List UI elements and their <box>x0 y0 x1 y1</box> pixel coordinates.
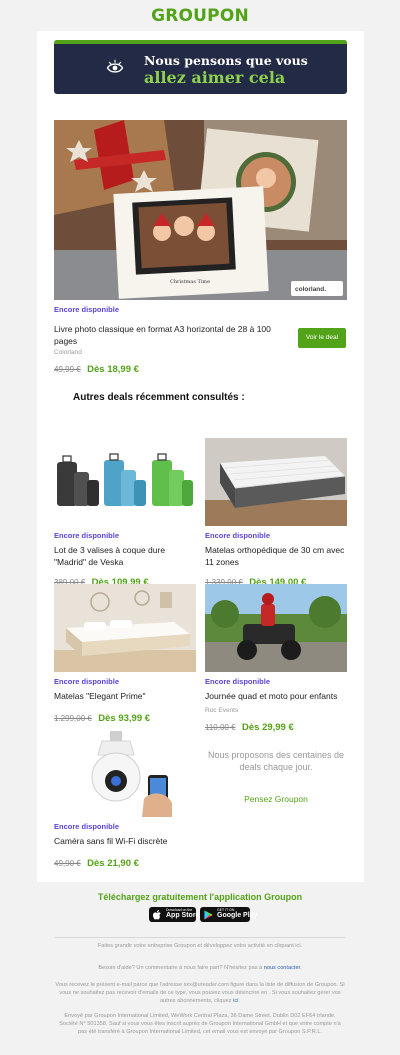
footer-legal: Envoyé par Groupon International Limited… <box>59 1013 341 1035</box>
banner-title-line2: allez aimer cela <box>144 68 286 87</box>
footer-unsubscribe-end: . <box>238 998 240 1004</box>
deal-old-price: 110,00 € <box>205 723 236 732</box>
deal-new-price: Dès 21,90 € <box>87 858 139 869</box>
footer-unsubscribe-text: Vous recevez le présent e-mail parce que… <box>55 982 345 1004</box>
deal-price: 1.299,00 € Dès 93,99 € <box>54 708 196 726</box>
think-groupon-link[interactable]: Pensez Groupon <box>201 794 351 804</box>
deal-availability: Encore disponible <box>54 677 120 686</box>
email-card: Nous pensons que vous allez aimer cela C… <box>37 31 364 882</box>
hero-merchant: Colorland <box>54 349 82 356</box>
deal-card[interactable]: Encore disponible Matelas "Elegant Prime… <box>54 584 196 726</box>
hero-deal-image[interactable]: Christmas Time colorland. <box>54 120 347 300</box>
app-download-title: Téléchargez gratuitement l'application G… <box>97 892 303 902</box>
deal-price: 110,00 € Dès 29,99 € <box>205 717 347 735</box>
app-store-badge[interactable]: Download on the App Store <box>149 907 200 922</box>
deal-card[interactable]: Encore disponible Lot de 3 valises à coq… <box>54 438 196 590</box>
footer-unsubscribe: Vous recevez le présent e-mail parce que… <box>55 981 345 1005</box>
recent-deals-heading: Autres deals récemment consultés : <box>73 392 245 403</box>
footer-help-end: . <box>300 965 302 971</box>
deal-card[interactable]: Encore disponible Caméra sans fil Wi-Fi … <box>54 729 196 871</box>
deal-image-bedroom[interactable] <box>54 584 196 672</box>
banner-title-line1: Nous pensons que vous <box>144 53 308 68</box>
footer-divider <box>55 937 345 938</box>
deal-availability: Encore disponible <box>54 531 120 540</box>
deal-price: 49,90 € Dès 21,90 € <box>54 853 196 871</box>
groupon-logo[interactable]: GROUPON <box>0 6 400 26</box>
svg-text:Christmas Time: Christmas Time <box>170 279 210 285</box>
deal-title[interactable]: Journée quad et moto pour enfants <box>205 690 347 702</box>
hero-old-price: 49,99 € <box>54 365 81 374</box>
footer-help-text: Besoin d'aide? Un commentaire à nous fai… <box>98 965 263 971</box>
apple-icon <box>153 910 161 920</box>
footer-grow-business[interactable]: Faites grandir votre entreprise Groupon … <box>55 942 345 950</box>
deal-availability: Encore disponible <box>205 531 271 540</box>
footer-help: Besoin d'aide? Un commentaire à nous fai… <box>55 964 345 972</box>
deal-merchant: Roc Events <box>205 707 239 714</box>
deal-availability: Encore disponible <box>205 677 271 686</box>
eye-icon <box>106 59 124 73</box>
hero-deal-info: Encore disponible Livre photo classique … <box>54 305 289 377</box>
deal-image-camera[interactable] <box>54 729 196 817</box>
hero-new-price: Dès 18,99 € <box>87 364 139 375</box>
promo-block: Nous proposons des centaines de deals ch… <box>201 749 351 804</box>
banner-accent-strip <box>54 40 347 44</box>
hero-price: 49,99 € Dès 18,99 € <box>54 359 289 377</box>
deal-availability: Encore disponible <box>54 822 120 831</box>
contact-us-link[interactable]: nous contacter <box>264 965 300 971</box>
deal-title[interactable]: Matelas "Elegant Prime" <box>54 690 196 702</box>
deal-old-price: 1.299,00 € <box>54 714 92 723</box>
deal-new-price: Dès 29,99 € <box>242 722 294 733</box>
svg-text:colorland.: colorland. <box>295 286 326 293</box>
recommendation-banner: Nous pensons que vous allez aimer cela <box>54 40 347 94</box>
deal-title[interactable]: Matelas orthopédique de 30 cm avec 11 zo… <box>205 544 347 568</box>
deal-title[interactable]: Caméra sans fil Wi-Fi discrète <box>54 835 196 847</box>
view-deal-button[interactable]: Voir le deal <box>298 328 346 348</box>
deal-old-price: 49,90 € <box>54 859 81 868</box>
deal-card[interactable]: Encore disponible Journée quad et moto p… <box>205 584 347 735</box>
deal-new-price: Dès 93,99 € <box>98 713 151 724</box>
google-play-icon <box>204 910 213 920</box>
deal-image-mattress[interactable] <box>205 438 347 526</box>
hero-deal-title[interactable]: Livre photo classique en format A3 horiz… <box>54 323 289 347</box>
deal-title[interactable]: Lot de 3 valises à coque dure "Madrid" d… <box>54 544 196 568</box>
promo-text: Nous proposons des centaines de deals ch… <box>207 750 345 772</box>
app-store-label: App Store <box>166 912 200 919</box>
deal-image-luggage[interactable] <box>54 438 196 526</box>
deal-card[interactable]: Encore disponible Matelas orthopédique d… <box>205 438 347 590</box>
hero-availability: Encore disponible <box>54 305 120 314</box>
google-play-badge[interactable]: GET IT ON Google Play <box>200 907 257 922</box>
google-play-label: Google Play <box>217 912 258 919</box>
deal-image-quad[interactable] <box>205 584 347 672</box>
